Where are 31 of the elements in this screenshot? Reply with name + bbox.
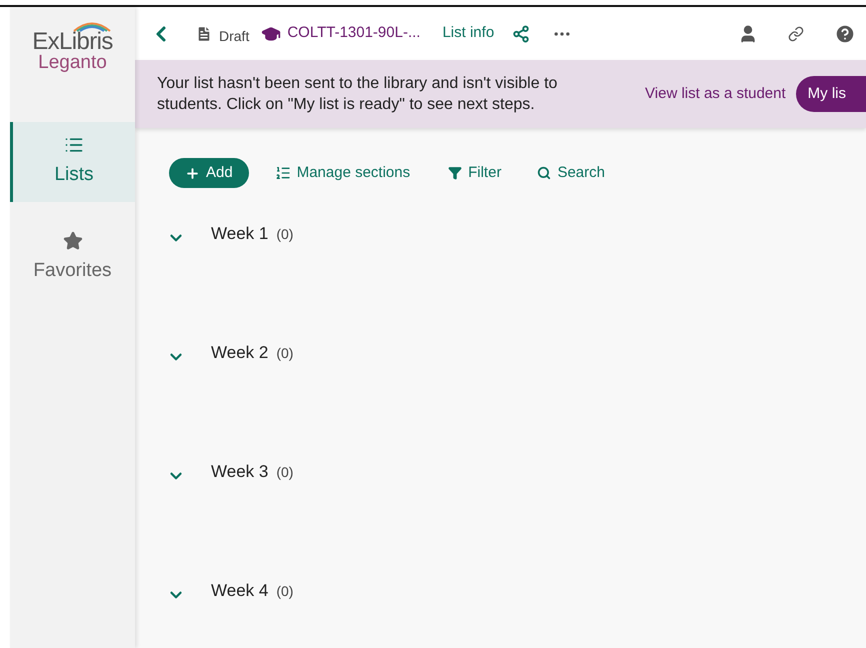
section-count: (0) [276, 462, 294, 482]
sidebar-item[interactable]: Lists [10, 122, 135, 202]
section-title: Week 4 [211, 580, 268, 602]
logo-brand: ExLibris [32, 29, 113, 55]
logo-product: Leganto [38, 53, 107, 73]
plus-icon [185, 166, 200, 180]
filter-button[interactable]: Filter [448, 162, 502, 184]
notice-message: Your list hasn't been sent to the library and isn't visible to students. Click on "My list is ready" to see next steps. [157, 74, 558, 115]
status-label: Draft [219, 27, 250, 46]
course-link[interactable]: COLTT-1301-90L-... [287, 22, 420, 45]
sidebar-item[interactable]: Favorites [10, 218, 135, 298]
add-button[interactable]: Add [169, 158, 249, 188]
section-count: (0) [276, 582, 294, 601]
section-title: Week 3 [211, 461, 268, 484]
filter-icon [448, 166, 462, 180]
search-button[interactable]: Search [537, 162, 605, 184]
share-icon[interactable] [512, 24, 530, 42]
manage-sections-button[interactable]: Manage sections [274, 162, 410, 184]
list-info-link[interactable]: List info [442, 22, 494, 45]
rainbow-arc-icon [72, 20, 112, 32]
section-count: (0) [276, 224, 294, 244]
my-list-ready-button[interactable]: My lis [796, 76, 866, 112]
section-count: (0) [276, 344, 294, 363]
section-title: Week 1 [211, 223, 268, 246]
view-as-student-link[interactable]: View list as a student [645, 82, 786, 106]
search-icon [537, 166, 552, 180]
link-icon[interactable] [788, 26, 804, 42]
sort-list-icon [274, 165, 291, 181]
star-icon [62, 230, 82, 251]
section-title: Week 2 [211, 342, 268, 364]
help-icon[interactable] [834, 22, 856, 44]
